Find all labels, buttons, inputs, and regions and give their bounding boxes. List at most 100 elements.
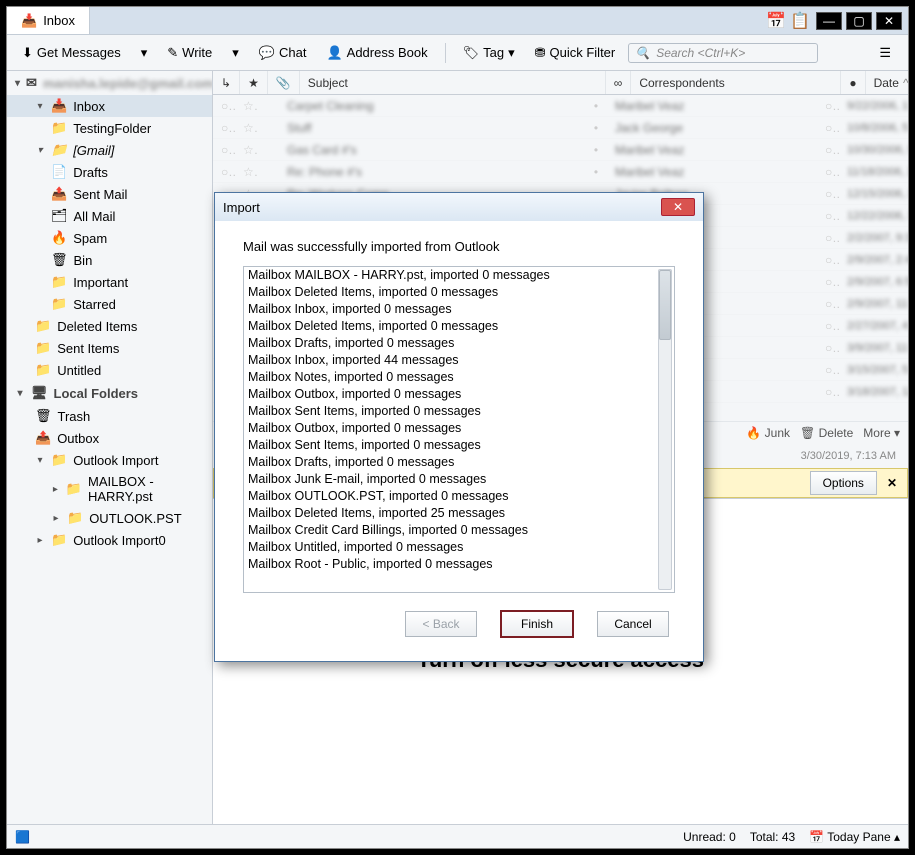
- write-button[interactable]: ✎ Write: [160, 40, 219, 66]
- folder-all-mail[interactable]: 🗂 All Mail: [7, 205, 212, 227]
- delete-button[interactable]: 🗑 Delete: [800, 426, 853, 440]
- message-row[interactable]: ○☆Carpet Cleaning•Maribel Veaz○9/22/2006…: [213, 95, 908, 117]
- address-book-button[interactable]: 👤 Address Book: [319, 40, 434, 66]
- col-read[interactable]: ∞: [606, 71, 632, 94]
- folder-outlook-pst[interactable]: ▸📁 OUTLOOK.PST: [7, 507, 212, 529]
- folder-bin[interactable]: 🗑 Bin: [7, 249, 212, 271]
- search-placeholder: Search <Ctrl+K>: [656, 46, 745, 60]
- pencil-icon: ✎: [167, 45, 178, 61]
- tag-button[interactable]: 🏷 Tag▾: [456, 40, 522, 66]
- more-button[interactable]: More ▾: [863, 426, 900, 440]
- folder-untitled[interactable]: 📁 Untitled: [7, 359, 212, 381]
- filter-icon: ⛃: [535, 45, 546, 61]
- folder-mailbox-harry[interactable]: ▸📁 MAILBOX - HARRY.pst: [7, 471, 212, 507]
- import-result-line: Mailbox Outbox, imported 0 messages: [248, 420, 656, 437]
- col-thread[interactable]: ↳: [213, 71, 240, 94]
- column-header: ↳ ★ 📎 Subject ∞ Correspondents ● Date ^ …: [213, 71, 908, 95]
- folder-testing[interactable]: 📁 TestingFolder: [7, 117, 212, 139]
- collapse-icon[interactable]: ▾: [15, 78, 20, 89]
- import-result-line: Mailbox Deleted Items, imported 0 messag…: [248, 284, 656, 301]
- col-date[interactable]: Date ^: [866, 71, 908, 94]
- cancel-button[interactable]: Cancel: [597, 611, 669, 637]
- online-icon[interactable]: 🟦: [15, 830, 30, 844]
- close-button[interactable]: ✕: [876, 12, 902, 30]
- account-row[interactable]: ▾ ✉ manisha.lepide@gmail.com: [7, 71, 212, 95]
- import-result-line: Mailbox Deleted Items, imported 0 messag…: [248, 318, 656, 335]
- folder-important[interactable]: 📁 Important: [7, 271, 212, 293]
- import-result-line: Mailbox Sent Items, imported 0 messages: [248, 403, 656, 420]
- status-unread: Unread: 0: [683, 830, 736, 844]
- tasks-icon[interactable]: 📋: [790, 11, 810, 31]
- import-result-line: Mailbox Deleted Items, imported 25 messa…: [248, 505, 656, 522]
- message-row[interactable]: ○☆Re: Phone #'s•Maribel Veaz○11/18/2006,…: [213, 161, 908, 183]
- import-result-line: Mailbox Notes, imported 0 messages: [248, 369, 656, 386]
- dialog-message: Mail was successfully imported from Outl…: [243, 239, 675, 254]
- tag-icon: 🏷: [463, 45, 480, 61]
- get-messages-button[interactable]: ⬇ Get Messages: [15, 40, 128, 66]
- chat-icon: 💬: [259, 45, 275, 61]
- tab-title: Inbox: [43, 13, 75, 28]
- minimize-button[interactable]: —: [816, 12, 842, 30]
- import-result-line: Mailbox Credit Card Billings, imported 0…: [248, 522, 656, 539]
- folder-gmail[interactable]: ▾📁 [Gmail]: [7, 139, 212, 161]
- col-correspondents[interactable]: Correspondents: [631, 71, 841, 94]
- col-star[interactable]: ★: [240, 71, 268, 94]
- import-result-line: Mailbox MAILBOX - HARRY.pst, imported 0 …: [248, 267, 656, 284]
- folder-inbox[interactable]: ▾📥 Inbox: [7, 95, 212, 117]
- local-folders[interactable]: ▾🖥 Local Folders: [7, 381, 212, 405]
- folder-drafts[interactable]: 📄 Drafts: [7, 161, 212, 183]
- menu-button[interactable]: ☰: [870, 40, 900, 66]
- calendar-icon[interactable]: 📅: [766, 11, 786, 31]
- folder-starred[interactable]: 📁 Starred: [7, 293, 212, 315]
- today-pane-button[interactable]: 📅 Today Pane ▴: [809, 830, 900, 844]
- folder-trash[interactable]: 🗑 Trash: [7, 405, 212, 427]
- folder-outlook-import0[interactable]: ▸📁 Outlook Import0: [7, 529, 212, 551]
- import-result-line: Mailbox Inbox, imported 0 messages: [248, 301, 656, 318]
- import-result-line: Mailbox Drafts, imported 0 messages: [248, 454, 656, 471]
- dialog-scrollbar[interactable]: [658, 269, 672, 590]
- dialog-title: Import: [223, 200, 260, 215]
- folder-outbox[interactable]: 📤 Outbox: [7, 427, 212, 449]
- folder-outlook-import[interactable]: ▾📁 Outlook Import: [7, 449, 212, 471]
- import-result-line: Mailbox OUTLOOK.PST, imported 0 messages: [248, 488, 656, 505]
- import-result-line: Mailbox Untitled, imported 0 messages: [248, 539, 656, 556]
- options-close-icon[interactable]: ✕: [887, 476, 897, 490]
- chat-button[interactable]: 💬 Chat: [252, 40, 314, 66]
- folder-sent-mail[interactable]: 📤 Sent Mail: [7, 183, 212, 205]
- junk-button[interactable]: 🔥 Junk: [746, 426, 790, 440]
- import-result-line: Mailbox Drafts, imported 0 messages: [248, 335, 656, 352]
- window-tab[interactable]: 📥 Inbox: [7, 7, 90, 35]
- inbox-icon: 📥: [21, 13, 37, 29]
- import-result-line: Mailbox Junk E-mail, imported 0 messages: [248, 471, 656, 488]
- main-toolbar: ⬇ Get Messages ▾ ✎ Write ▾ 💬 Chat 👤 Addr…: [7, 35, 908, 71]
- import-result-line: Mailbox Inbox, imported 44 messages: [248, 352, 656, 369]
- message-row[interactable]: ○☆Stuff•Jack George○10/8/2006, 5:18 …: [213, 117, 908, 139]
- status-bar: 🟦 Unread: 0 Total: 43 📅 Today Pane ▴: [7, 824, 908, 848]
- download-icon: ⬇: [22, 45, 33, 61]
- message-row[interactable]: ○☆Gas Card #'s•Maribel Veaz○10/30/2006, …: [213, 139, 908, 161]
- back-button[interactable]: < Back: [405, 611, 477, 637]
- col-status[interactable]: ●: [841, 71, 865, 94]
- status-total: Total: 43: [750, 830, 795, 844]
- import-dialog: Import ✕ Mail was successfully imported …: [214, 192, 704, 662]
- folder-deleted-items[interactable]: 📁 Deleted Items: [7, 315, 212, 337]
- col-attach[interactable]: 📎: [268, 71, 300, 94]
- import-results-list[interactable]: Mailbox MAILBOX - HARRY.pst, imported 0 …: [243, 266, 675, 593]
- person-icon: 👤: [326, 45, 342, 61]
- mail-icon: ✉: [26, 75, 37, 91]
- dialog-close-button[interactable]: ✕: [661, 198, 695, 216]
- folder-spam[interactable]: 🔥 Spam: [7, 227, 212, 249]
- get-messages-dropdown[interactable]: ▾: [134, 40, 155, 66]
- import-result-line: Mailbox Sent Items, imported 0 messages: [248, 437, 656, 454]
- quick-filter-button[interactable]: ⛃ Quick Filter: [528, 40, 623, 66]
- col-subject[interactable]: Subject: [300, 71, 606, 94]
- maximize-button[interactable]: ▢: [846, 12, 872, 30]
- write-dropdown[interactable]: ▾: [225, 40, 246, 66]
- folder-sent-items[interactable]: 📁 Sent Items: [7, 337, 212, 359]
- finish-button[interactable]: Finish: [501, 611, 573, 637]
- scrollbar-thumb[interactable]: [659, 270, 671, 340]
- options-button[interactable]: Options: [810, 471, 877, 495]
- folder-tree: ▾ ✉ manisha.lepide@gmail.com ▾📥 Inbox 📁 …: [7, 71, 213, 824]
- search-input[interactable]: 🔍 Search <Ctrl+K>: [628, 43, 818, 63]
- import-result-line: Mailbox Outbox, imported 0 messages: [248, 386, 656, 403]
